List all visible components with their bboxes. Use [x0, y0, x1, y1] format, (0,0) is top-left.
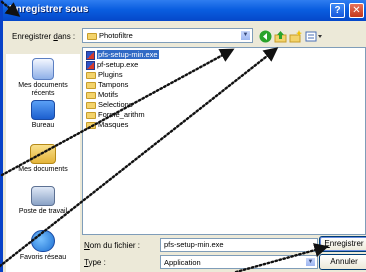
arrow-to-title: [0, 0, 21, 17]
arrow-to-folder-dropdown: [0, 48, 235, 177]
arrow-to-up-folder: [0, 47, 279, 268]
annotation-arrows: [0, 0, 329, 272]
arrow-to-save-button: [234, 243, 329, 272]
